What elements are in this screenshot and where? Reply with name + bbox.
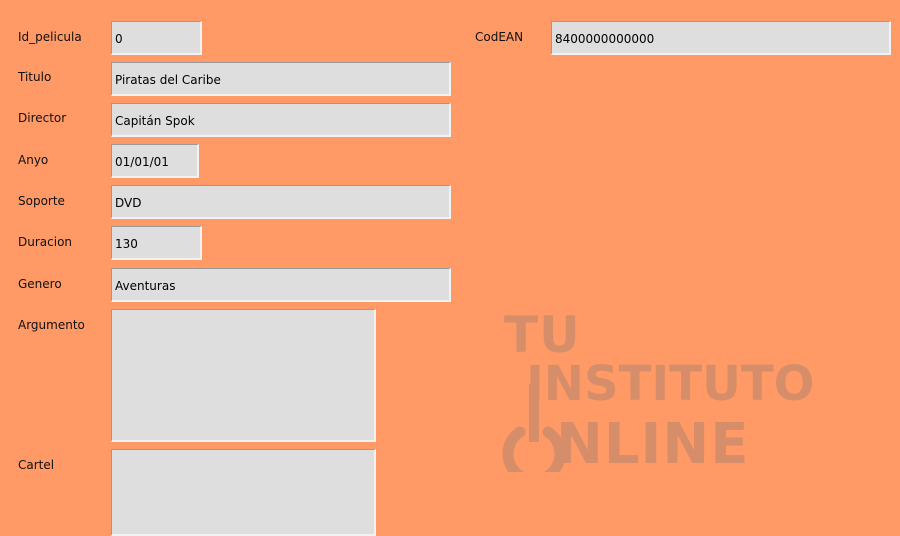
argumento-label: Argumento (18, 318, 85, 332)
codean-field[interactable]: 8400000000000 (551, 21, 891, 55)
cartel-label: Cartel (18, 458, 55, 472)
argumento-textarea[interactable] (111, 309, 376, 442)
duracion-label: Duracion (18, 235, 73, 249)
duracion-field[interactable]: 130 (111, 226, 202, 260)
soporte-field[interactable]: DVD (111, 185, 451, 219)
director-field[interactable]: Capitán Spok (111, 103, 451, 137)
watermark-line2: INSTITUTO (526, 356, 815, 412)
genero-label: Genero (18, 277, 62, 291)
anyo-label: Anyo (18, 153, 49, 167)
genero-field[interactable]: Aventuras (111, 268, 451, 302)
id-pelicula-label: Id_pelicula (18, 30, 82, 44)
cartel-image-box[interactable] (111, 449, 376, 536)
titulo-label: Titulo (18, 70, 52, 84)
codean-label: CodEAN (475, 30, 524, 44)
anyo-field[interactable]: 01/01/01 (111, 144, 199, 178)
soporte-label: Soporte (18, 194, 65, 208)
director-label: Director (18, 111, 67, 125)
titulo-field[interactable]: Piratas del Caribe (111, 62, 451, 96)
watermark-logo: TU INSTITUTO NLINE (496, 306, 816, 478)
id-pelicula-field[interactable]: 0 (111, 21, 202, 55)
power-icon (502, 384, 566, 472)
watermark-line1: TU (504, 306, 581, 364)
watermark-line3: NLINE (556, 412, 750, 477)
